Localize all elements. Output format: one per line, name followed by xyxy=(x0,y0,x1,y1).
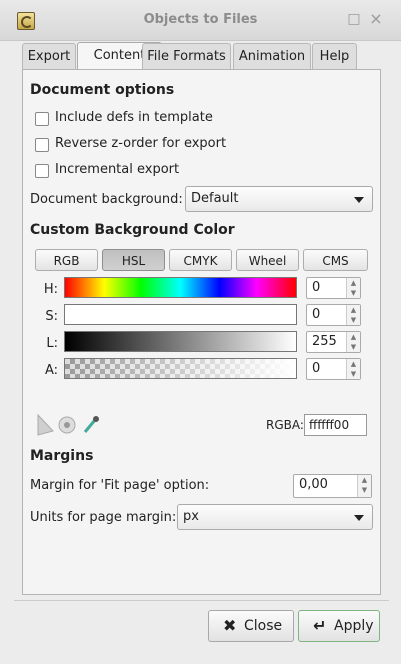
units-value: px xyxy=(183,509,199,524)
lightness-value: 255 xyxy=(312,334,337,349)
maximize-icon[interactable]: □ xyxy=(345,10,363,28)
saturation-value: 0 xyxy=(312,307,321,322)
hue-spinbox[interactable]: 0 ▲ ▼ xyxy=(306,277,361,299)
s-slider-label: S: xyxy=(45,309,58,324)
out-of-gamut-icon[interactable] xyxy=(57,415,77,435)
mode-rgb-button[interactable]: RGB xyxy=(35,249,98,271)
tab-export[interactable]: Export xyxy=(22,43,76,70)
alpha-spinbox[interactable]: 0 ▲ ▼ xyxy=(306,358,361,380)
units-label: Units for page margin: xyxy=(30,510,177,525)
rgba-input[interactable]: ffffff00 xyxy=(304,414,367,436)
title-bar: Objects to Files □ × xyxy=(0,0,401,41)
incremental-export-label: Incremental export xyxy=(55,162,180,177)
eyedropper-icon[interactable] xyxy=(81,414,101,436)
hue-slider[interactable] xyxy=(64,277,297,298)
close-button[interactable]: ✖ Close xyxy=(208,610,294,642)
chevron-down-icon xyxy=(354,197,364,203)
h-slider-label: H: xyxy=(43,282,58,297)
lightness-spinbox[interactable]: 255 ▲ ▼ xyxy=(306,331,361,353)
close-window-icon[interactable]: × xyxy=(367,10,385,28)
chevron-down-icon xyxy=(354,515,364,521)
apply-button-label: Apply xyxy=(334,618,374,634)
separator xyxy=(14,600,389,601)
rgba-label: RGBA: xyxy=(266,418,304,432)
mode-cmyk-button[interactable]: CMYK xyxy=(169,249,232,271)
tab-animation[interactable]: Animation xyxy=(233,43,311,70)
mode-wheel-button[interactable]: Wheel xyxy=(236,249,299,271)
hue-value: 0 xyxy=(312,280,321,295)
close-icon: ✖ xyxy=(223,616,237,635)
fit-page-margin-label: Margin for 'Fit page' option: xyxy=(30,478,210,493)
l-slider-label: L: xyxy=(46,336,58,351)
reverse-zorder-label: Reverse z-order for export xyxy=(55,136,227,151)
apply-icon: ↵ xyxy=(313,616,327,635)
fit-page-margin-spinbox[interactable]: 0,00 ▲ ▼ xyxy=(293,474,372,498)
apply-button[interactable]: ↵ Apply xyxy=(298,610,380,642)
fit-page-margin-value: 0,00 xyxy=(299,477,328,492)
margins-heading: Margins xyxy=(30,448,94,464)
document-background-label: Document background: xyxy=(30,192,183,207)
tab-file-formats[interactable]: File Formats xyxy=(142,43,231,70)
spin-arrows-icon[interactable]: ▲ ▼ xyxy=(357,475,371,497)
include-defs-checkbox[interactable] xyxy=(35,112,49,126)
custom-bg-heading: Custom Background Color xyxy=(30,222,235,238)
include-defs-label: Include defs in template xyxy=(55,110,213,125)
saturation-spinbox[interactable]: 0 ▲ ▼ xyxy=(306,304,361,326)
spin-arrows-icon[interactable]: ▲ ▼ xyxy=(346,278,360,298)
document-background-value: Default xyxy=(191,191,239,206)
document-background-select[interactable]: Default xyxy=(185,186,373,212)
close-button-label: Close xyxy=(244,618,283,634)
a-slider-label: A: xyxy=(44,363,58,378)
color-managed-icon[interactable] xyxy=(35,413,55,437)
incremental-export-checkbox[interactable] xyxy=(35,164,49,178)
document-options-heading: Document options xyxy=(30,82,175,98)
spin-arrows-icon[interactable]: ▲ ▼ xyxy=(346,359,360,379)
units-select[interactable]: px xyxy=(177,504,373,530)
tab-help[interactable]: Help xyxy=(312,43,357,70)
saturation-slider[interactable] xyxy=(64,304,297,325)
reverse-zorder-checkbox[interactable] xyxy=(35,138,49,152)
mode-cms-button[interactable]: CMS xyxy=(303,249,368,271)
lightness-slider[interactable] xyxy=(64,331,297,352)
window-title: Objects to Files xyxy=(143,12,258,27)
alpha-slider[interactable] xyxy=(64,358,297,379)
spin-arrows-icon[interactable]: ▲ ▼ xyxy=(346,305,360,325)
content-panel: Document options Include defs in templat… xyxy=(22,69,381,595)
alpha-value: 0 xyxy=(312,361,321,376)
mode-hsl-button[interactable]: HSL xyxy=(102,249,165,271)
color-mode-buttons: RGB HSL CMYK Wheel CMS xyxy=(35,249,368,271)
spin-arrows-icon[interactable]: ▲ ▼ xyxy=(346,332,360,352)
